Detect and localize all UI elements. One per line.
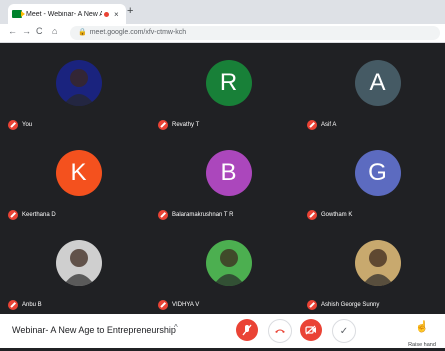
mic-toggle-button[interactable]: [236, 319, 258, 341]
browser-tab-bar: Meet - Webinar- A New Age × +: [0, 0, 445, 24]
participant-name: Gowtham K: [321, 212, 353, 218]
participant-tile[interactable]: Ashish George Sunny: [303, 222, 445, 312]
mic-muted-icon: [158, 120, 168, 130]
participant-tile[interactable]: A Asif A: [303, 42, 445, 132]
leave-call-button[interactable]: [268, 319, 292, 343]
avatar: R: [205, 59, 252, 106]
participant-name-row: Gowtham K: [307, 210, 352, 220]
participant-tile[interactable]: Anbu B: [4, 222, 153, 312]
participant-name: Revathy T: [172, 122, 200, 128]
reload-icon[interactable]: C: [36, 26, 43, 36]
url-field[interactable]: 🔒 meet.google.com/xfv-ctmw-kch: [70, 26, 440, 40]
participant-name-row: Ashish George Sunny: [307, 300, 379, 310]
avatar: G: [354, 149, 401, 196]
browser-tab[interactable]: Meet - Webinar- A New Age ×: [8, 4, 126, 24]
mic-muted-icon: [307, 120, 317, 130]
participant-tile[interactable]: B Balaramakrushnan T R: [154, 132, 303, 222]
participant-grid: You R Revathy T A Asif A K Keerthana D B Balaram…: [4, 42, 445, 314]
mic-muted-icon: [8, 300, 18, 310]
new-tab-button[interactable]: +: [127, 5, 133, 17]
participant-name: Ashish George Sunny: [321, 302, 380, 308]
avatar: [205, 239, 252, 286]
participant-tile[interactable]: K Keerthana D: [4, 132, 153, 222]
mic-off-icon: [242, 324, 252, 336]
hand-icon: ☝: [415, 321, 429, 333]
participant-name-row: Asif A: [307, 120, 336, 130]
mic-muted-icon: [8, 210, 18, 220]
tab-title: Meet - Webinar- A New Age: [26, 10, 102, 18]
participant-name-row: VIDHYA V: [158, 300, 199, 310]
lock-icon: 🔒: [78, 29, 87, 36]
participant-name: Asif A: [321, 122, 337, 128]
participant-tile[interactable]: R Revathy T: [154, 42, 303, 132]
avatar-photo: [62, 68, 95, 106]
participant-name: Anbu B: [22, 302, 42, 308]
participant-name-row: Anbu B: [8, 300, 42, 310]
address-bar: ← → C ⌂ 🔒 meet.google.com/xfv-ctmw-kch: [0, 24, 445, 43]
meeting-title[interactable]: Webinar- A New Age to Entrepreneurship: [12, 325, 176, 335]
captions-button[interactable]: ✓: [332, 319, 356, 343]
camera-toggle-button[interactable]: [300, 319, 322, 341]
meeting-controls-bar: Webinar- A New Age to Entrepreneurship ^…: [0, 314, 445, 348]
mic-muted-icon: [158, 210, 168, 220]
participant-name-row: Balaramakrushnan T R: [158, 210, 233, 220]
mic-muted-icon: [8, 120, 18, 130]
mic-muted-icon: [307, 300, 317, 310]
forward-icon[interactable]: →: [22, 26, 31, 36]
participant-tile[interactable]: VIDHYA V: [154, 222, 303, 312]
meeting-details-toggle[interactable]: ^: [174, 323, 178, 332]
avatar-photo: [361, 248, 394, 286]
avatar: K: [55, 149, 102, 196]
tab-close-button[interactable]: ×: [114, 10, 119, 19]
avatar: [55, 59, 102, 106]
recording-icon: [104, 11, 109, 17]
mic-muted-icon: [307, 210, 317, 220]
url-text: meet.google.com/xfv-ctmw-kch: [89, 29, 187, 36]
mic-muted-icon: [158, 300, 168, 310]
participant-name: VIDHYA V: [172, 302, 200, 308]
raise-hand-button[interactable]: ☝ Raise hand: [406, 320, 438, 351]
camera-off-icon: [305, 325, 316, 335]
hang-up-icon: [275, 329, 285, 333]
participant-tile[interactable]: G Gowtham K: [303, 132, 445, 222]
raise-hand-label: Raise hand: [408, 342, 436, 348]
avatar: A: [354, 59, 401, 106]
participant-name-row: Keerthana D: [8, 210, 56, 220]
participant-tile[interactable]: You: [4, 42, 153, 132]
avatar: [354, 239, 401, 286]
participant-name-row: You: [8, 120, 32, 130]
avatar-photo: [62, 248, 95, 286]
participant-name-row: Revathy T: [158, 120, 199, 130]
avatar: B: [205, 149, 252, 196]
avatar-photo: [212, 248, 245, 286]
participant-name: Balaramakrushnan T R: [172, 212, 234, 218]
home-icon[interactable]: ⌂: [52, 26, 57, 36]
back-icon[interactable]: ←: [8, 26, 17, 36]
check-icon: ✓: [339, 325, 349, 337]
meet-icon: [12, 10, 25, 18]
participant-name: You: [22, 122, 33, 128]
avatar: [55, 239, 102, 286]
participant-name: Keerthana D: [22, 212, 56, 218]
